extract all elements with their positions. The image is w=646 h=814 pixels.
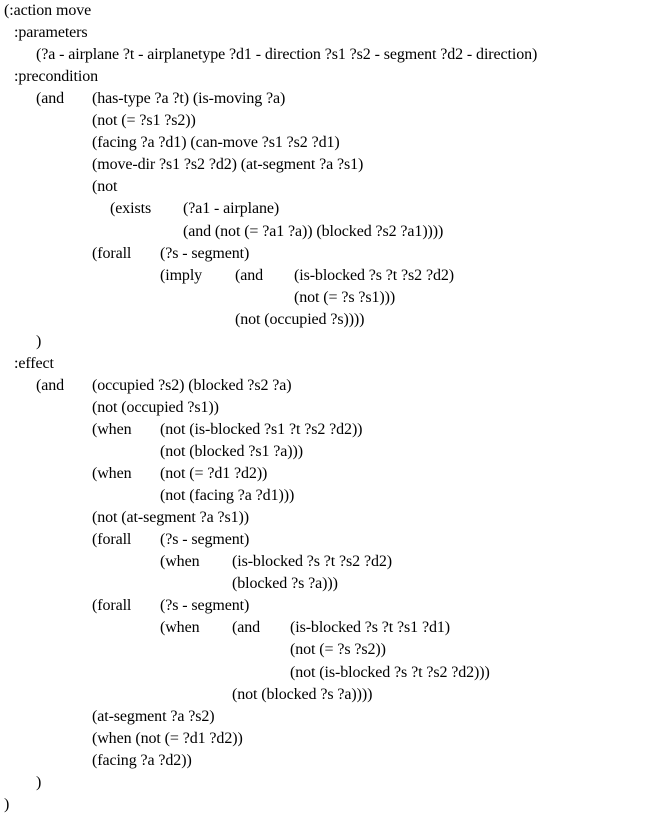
code-segment: (occupied ?s2) (blocked ?s2 ?a) — [92, 376, 292, 394]
code-segment: (not (= ?s ?s2)) — [290, 641, 386, 659]
code-segment: (at-segment ?a ?s2) — [92, 707, 215, 725]
code-segment: (has-type ?a ?t) (is-moving ?a) — [92, 90, 286, 108]
code-segment: :parameters — [14, 24, 88, 42]
code-segment: (:action move — [4, 2, 92, 19]
code-segment: (move-dir ?s1 ?s2 ?d2) (at-segment ?a ?s… — [92, 156, 364, 174]
code-segment: (not (facing ?a ?d1))) — [160, 487, 295, 505]
code-segment: (not (occupied ?s)))) — [235, 310, 365, 328]
code-segment: (forall — [92, 531, 132, 549]
code-segment: (forall — [92, 597, 132, 615]
code-segment: (when — [160, 553, 200, 571]
code-segment: (?s - segment) — [160, 597, 250, 615]
code-segment: (when — [160, 619, 200, 637]
code-segment: ) — [36, 773, 42, 791]
code-segment: (and — [232, 619, 261, 637]
code-segment: (is-blocked ?s ?t ?s2 ?d2) — [294, 266, 455, 284]
code-segment: (not (is-blocked ?s1 ?t ?s2 ?d2)) — [160, 420, 363, 438]
code-segment: (not (= ?d1 ?d2)) — [160, 465, 268, 483]
code-segment: (?s - segment) — [160, 531, 250, 549]
code-segment: :effect — [14, 354, 54, 372]
code-segment: (not (at-segment ?a ?s1)) — [92, 509, 249, 527]
code-segment: (is-blocked ?s ?t ?s1 ?d1) — [290, 619, 451, 637]
code-segment: (?a1 - airplane) — [183, 200, 280, 218]
pddl-action-listing: (:action move :parameters (?a - airplane ?… — [0, 0, 646, 813]
code-segment: (not (blocked ?s ?a)))) — [232, 685, 373, 703]
code-segment: :precondition — [14, 68, 99, 86]
code-segment: (when — [92, 465, 132, 483]
code-segment: (and — [36, 376, 65, 394]
code-segment: (and — [36, 90, 65, 108]
code-segment: (not (= ?s1 ?s2)) — [92, 112, 196, 130]
code-segment: (is-blocked ?s ?t ?s2 ?d2) — [232, 553, 393, 571]
code-segment: (forall — [92, 244, 132, 262]
code-segment: (when — [92, 420, 132, 438]
code-segment: (?a - airplane ?t - airplanetype ?d1 - d… — [36, 46, 538, 64]
code-segment: (facing ?a ?d1) (can-move ?s1 ?s2 ?d1) — [92, 134, 340, 152]
code-segment: (?s - segment) — [160, 244, 250, 262]
code-segment: ) — [4, 795, 10, 813]
code-segment: (not — [92, 178, 118, 196]
code-segment: (exists — [110, 200, 152, 218]
code-segment: (not (is-blocked ?s ?t ?s2 ?d2))) — [290, 663, 490, 681]
code-segment: ) — [36, 332, 42, 350]
code-segment: (and (not (= ?a1 ?a)) (blocked ?s2 ?a1))… — [183, 222, 444, 240]
code-segment: (not (occupied ?s1)) — [92, 398, 219, 416]
code-segment: (not (blocked ?s1 ?a))) — [160, 443, 303, 460]
code-segment: (and — [235, 266, 264, 284]
code-segment: (not (= ?s ?s1))) — [294, 288, 396, 306]
code-segment: (blocked ?s ?a))) — [232, 575, 338, 593]
code-segment: (when (not (= ?d1 ?d2)) — [92, 729, 243, 747]
code-segment: (facing ?a ?d2)) — [92, 751, 192, 769]
code-segment: (imply — [160, 266, 203, 284]
